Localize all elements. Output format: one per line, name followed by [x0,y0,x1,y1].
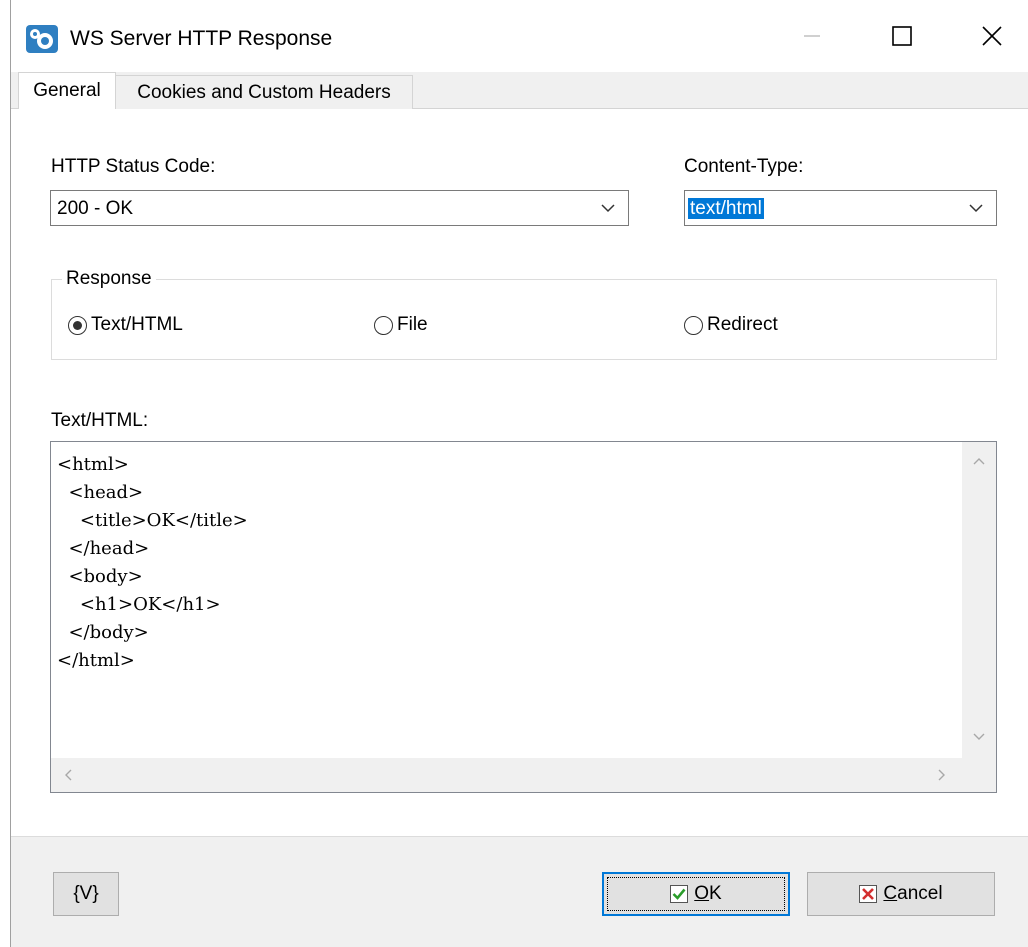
status-code-value: 200 - OK [57,198,134,219]
tab-cookies-and-custom-headers[interactable]: Cookies and Custom Headers [115,75,413,110]
cancel-label: Cancel [883,883,943,904]
code-line: </html> [57,650,135,671]
code-line: <html> [57,454,129,475]
radio-file-label: File [397,314,428,335]
radio-text-html-label: Text/HTML [91,314,183,335]
close-icon [982,26,1002,46]
html-text-editor[interactable]: <html> <head> <title>OK</title> </head> … [50,441,997,793]
maximize-button[interactable] [870,10,934,62]
chevron-right-icon[interactable] [937,768,947,782]
gear-app-icon [26,25,58,53]
minimize-icon [804,35,820,37]
chevron-down-icon [969,204,983,213]
maximize-icon [892,26,912,46]
horizontal-scrollbar[interactable] [51,758,962,792]
status-code-select[interactable]: 200 - OK [50,190,629,226]
tab-general[interactable]: General [18,72,116,109]
code-line: </head> [57,538,150,559]
radio-selected-icon [68,315,87,335]
content-type-select[interactable]: text/html [684,190,997,226]
radio-unselected-icon [684,315,703,335]
radio-unselected-icon [374,315,393,335]
response-group-label: Response [62,268,156,290]
code-line: <body> [57,566,143,587]
chevron-left-icon[interactable] [63,768,73,782]
minimize-button[interactable] [780,10,844,62]
response-groupbox [51,279,997,360]
cancel-button[interactable]: Cancel [807,872,995,916]
chevron-down-icon[interactable] [972,732,986,742]
status-code-label: HTTP Status Code: [51,156,216,177]
scrollbar-corner [962,758,996,792]
variables-button[interactable]: {V} [53,872,119,916]
content-type-label: Content-Type: [684,156,804,177]
radio-redirect[interactable]: Redirect [684,314,778,336]
code-line: <title>OK</title> [57,510,248,531]
code-line: <head> [57,482,144,503]
chevron-down-icon [601,204,615,213]
chevron-up-icon[interactable] [972,456,986,466]
radio-redirect-label: Redirect [707,314,778,335]
footer-separator [11,836,1028,837]
cancel-x-icon [859,885,878,903]
radio-text-html[interactable]: Text/HTML [68,314,183,336]
radio-file[interactable]: File [374,314,428,336]
content-type-value: text/html [688,198,764,219]
editor-label: Text/HTML: [51,410,149,431]
code-line: </body> [57,622,149,643]
ok-button[interactable]: OK [602,872,790,916]
close-button[interactable] [960,10,1024,62]
window-title: WS Server HTTP Response [70,27,333,50]
vertical-scrollbar[interactable] [962,442,996,758]
focus-rectangle [607,877,785,911]
code-line: <h1>OK</h1> [57,594,221,615]
